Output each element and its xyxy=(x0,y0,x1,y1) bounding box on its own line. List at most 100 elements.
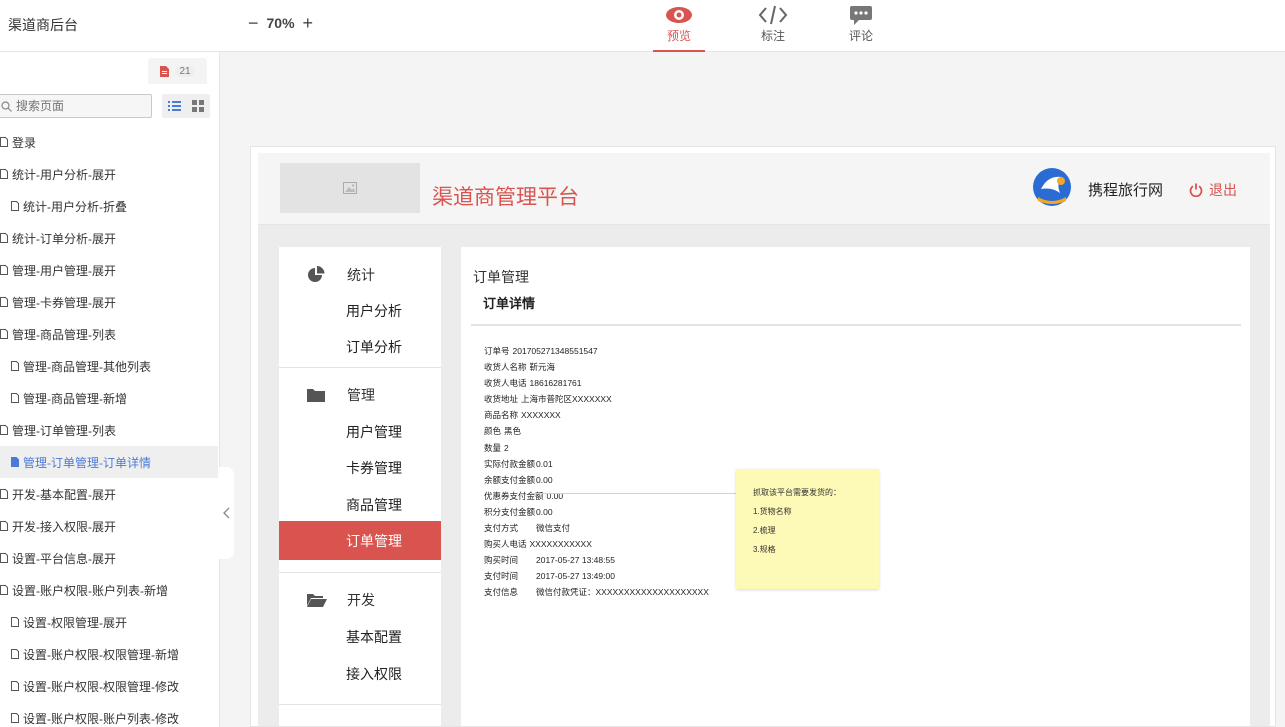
page-item[interactable]: 统计-用户分析-展开 xyxy=(0,158,218,190)
page-item[interactable]: 统计-订单分析-展开 xyxy=(0,222,218,254)
page-item[interactable]: 设置-账户权限-账户列表-修改 xyxy=(0,702,218,727)
nav-item-label: 商品管理 xyxy=(346,497,402,513)
page-item[interactable]: 设置-平台信息-展开 xyxy=(0,542,218,574)
page-item[interactable]: 管理-用户管理-展开 xyxy=(0,254,218,286)
info-row: 收货人电话 18616281761 xyxy=(484,375,804,391)
info-key: 支付信息 xyxy=(484,587,519,598)
nav-group-stats[interactable]: 统计 xyxy=(279,255,441,295)
sidebar-collapse-button[interactable] xyxy=(218,467,234,559)
nav-item-order-analysis[interactable]: 订单分析 xyxy=(279,329,441,365)
nav-group-label: 统计 xyxy=(347,267,375,283)
nav-item-access[interactable]: 接入权限 xyxy=(279,656,441,692)
page-item-label: 管理-用户管理-展开 xyxy=(12,263,116,278)
nav-item-label: 接入权限 xyxy=(346,666,402,682)
page-item-active[interactable]: 管理-订单管理-订单详情 xyxy=(0,446,218,478)
proto-nav: 统计 用户分析 订单分析 管理 用户管理 卡券管理 商品管理 订单管理 开发 基… xyxy=(279,247,441,726)
logo-placeholder xyxy=(280,163,420,213)
order-detail-panel: 订单管理 订单详情 订单号 201705271348551547 收货人名称 靳元海… xyxy=(461,247,1250,726)
nav-group-dev[interactable]: 开发 xyxy=(279,580,441,620)
page-icon xyxy=(0,585,8,595)
image-placeholder-icon xyxy=(343,182,357,194)
info-key: 收货人名称 xyxy=(484,362,527,373)
tab-preview[interactable]: 预览 xyxy=(653,0,705,52)
page-item-label: 管理-商品管理-列表 xyxy=(12,327,116,342)
tab-annotate[interactable]: 标注 xyxy=(729,0,817,52)
page-item[interactable]: 管理-商品管理-新增 xyxy=(0,382,218,414)
page-item[interactable]: 开发-接入权限-展开 xyxy=(0,510,218,542)
nav-item-coupon-manage[interactable]: 卡券管理 xyxy=(279,450,441,486)
note-line: 1.货物名称 xyxy=(753,507,792,516)
ctrip-logo-icon xyxy=(1033,168,1071,206)
page-icon xyxy=(11,713,19,723)
page-item-label: 设置-账户权限-权限管理-新增 xyxy=(23,647,179,662)
nav-item-user-analysis[interactable]: 用户分析 xyxy=(279,293,441,329)
info-value: 微信付款凭证：XXXXXXXXXXXXXXXXXXXX xyxy=(536,587,709,598)
page-item[interactable]: 设置-账户权限-账户列表-新增 xyxy=(0,574,218,606)
page-item[interactable]: 登录 xyxy=(0,126,218,158)
info-row: 订单号 201705271348551547 xyxy=(484,343,804,359)
title-divider xyxy=(471,324,1241,326)
info-key: 支付时间 xyxy=(484,571,519,582)
nav-divider xyxy=(279,367,441,368)
page-item[interactable]: 管理-商品管理-列表 xyxy=(0,318,218,350)
page-item-label: 开发-基本配置-展开 xyxy=(12,487,116,502)
nav-group-label: 管理 xyxy=(347,387,375,403)
app-title: 渠道商后台 xyxy=(8,17,78,33)
nav-group-manage[interactable]: 管理 xyxy=(279,375,441,415)
page-item[interactable]: 管理-订单管理-列表 xyxy=(0,414,218,446)
page-count: 21 xyxy=(175,65,195,77)
document-icon xyxy=(160,65,170,77)
page-item[interactable]: 开发-基本配置-展开 xyxy=(0,478,218,510)
search-input[interactable] xyxy=(16,99,146,113)
nav-item-basic-config[interactable]: 基本配置 xyxy=(279,619,441,655)
zoom-in-button[interactable]: + xyxy=(303,14,314,32)
grid-view-icon[interactable] xyxy=(192,100,205,112)
info-key: 支付方式 xyxy=(484,523,519,534)
page-item-label: 开发-接入权限-展开 xyxy=(12,519,116,534)
page-item[interactable]: 设置-账户权限-权限管理-新增 xyxy=(0,638,218,670)
info-value: 微信支付 xyxy=(536,523,571,534)
list-view-icon[interactable] xyxy=(167,100,181,112)
page-icon xyxy=(11,649,19,659)
note-leader-line xyxy=(531,493,736,494)
zoom-out-button[interactable]: − xyxy=(248,14,259,32)
folder-icon xyxy=(307,389,325,402)
page-item[interactable]: 管理-卡券管理-展开 xyxy=(0,286,218,318)
logout-button[interactable]: 退出 xyxy=(1189,180,1237,200)
info-value: XXXXXXXXXXX xyxy=(529,539,592,550)
page-item-label: 设置-账户权限-账户列表-修改 xyxy=(23,711,179,726)
info-key: 购买人电话 xyxy=(484,539,527,550)
nav-item-order-manage[interactable]: 订单管理 xyxy=(279,521,441,560)
page-item[interactable]: 设置-权限管理-展开 xyxy=(0,606,218,638)
page-item-label: 设置-权限管理-展开 xyxy=(23,615,127,630)
page-item-label: 管理-卡券管理-展开 xyxy=(12,295,116,310)
nav-item-user-manage[interactable]: 用户管理 xyxy=(279,414,441,450)
note-line: 2.梳理 xyxy=(753,526,776,535)
info-value: 201705271348551547 xyxy=(512,346,598,356)
page-list: 登录 统计-用户分析-展开 统计-用户分析-折叠 统计-订单分析-展开 管理-用… xyxy=(0,126,218,727)
page-item[interactable]: 统计-用户分析-折叠 xyxy=(0,190,218,222)
sticky-note[interactable]: 抓取该平台需要发货的： 1.货物名称 2.梳理 3.规格 xyxy=(736,469,879,589)
page-icon xyxy=(0,489,8,499)
page-icon xyxy=(11,681,19,691)
info-value: 18616281761 xyxy=(529,378,582,389)
page-icon xyxy=(0,521,8,531)
view-tabs: 预览 标注 评论 xyxy=(653,0,905,52)
page-item[interactable]: 管理-商品管理-其他列表 xyxy=(0,350,218,382)
tab-comments[interactable]: 评论 xyxy=(817,0,905,52)
page-item[interactable]: 设置-账户权限-权限管理-修改 xyxy=(0,670,218,702)
page-count-badge[interactable]: 21 xyxy=(148,58,207,84)
tab-comments-label: 评论 xyxy=(848,29,873,43)
nav-item-label: 用户管理 xyxy=(346,424,402,440)
page-item-label: 登录 xyxy=(12,135,37,150)
page-item-label: 管理-商品管理-新增 xyxy=(23,391,127,406)
code-icon xyxy=(758,5,788,25)
page-item-label: 设置-账户权限-权限管理-修改 xyxy=(23,679,179,694)
page-icon xyxy=(0,297,8,307)
nav-item-label: 基本配置 xyxy=(346,629,402,645)
page-search[interactable] xyxy=(0,94,152,118)
info-key: 订单号 xyxy=(484,346,510,356)
comment-icon xyxy=(850,6,872,25)
zoom-level: 70% xyxy=(266,15,295,31)
nav-item-product-manage[interactable]: 商品管理 xyxy=(279,487,441,523)
